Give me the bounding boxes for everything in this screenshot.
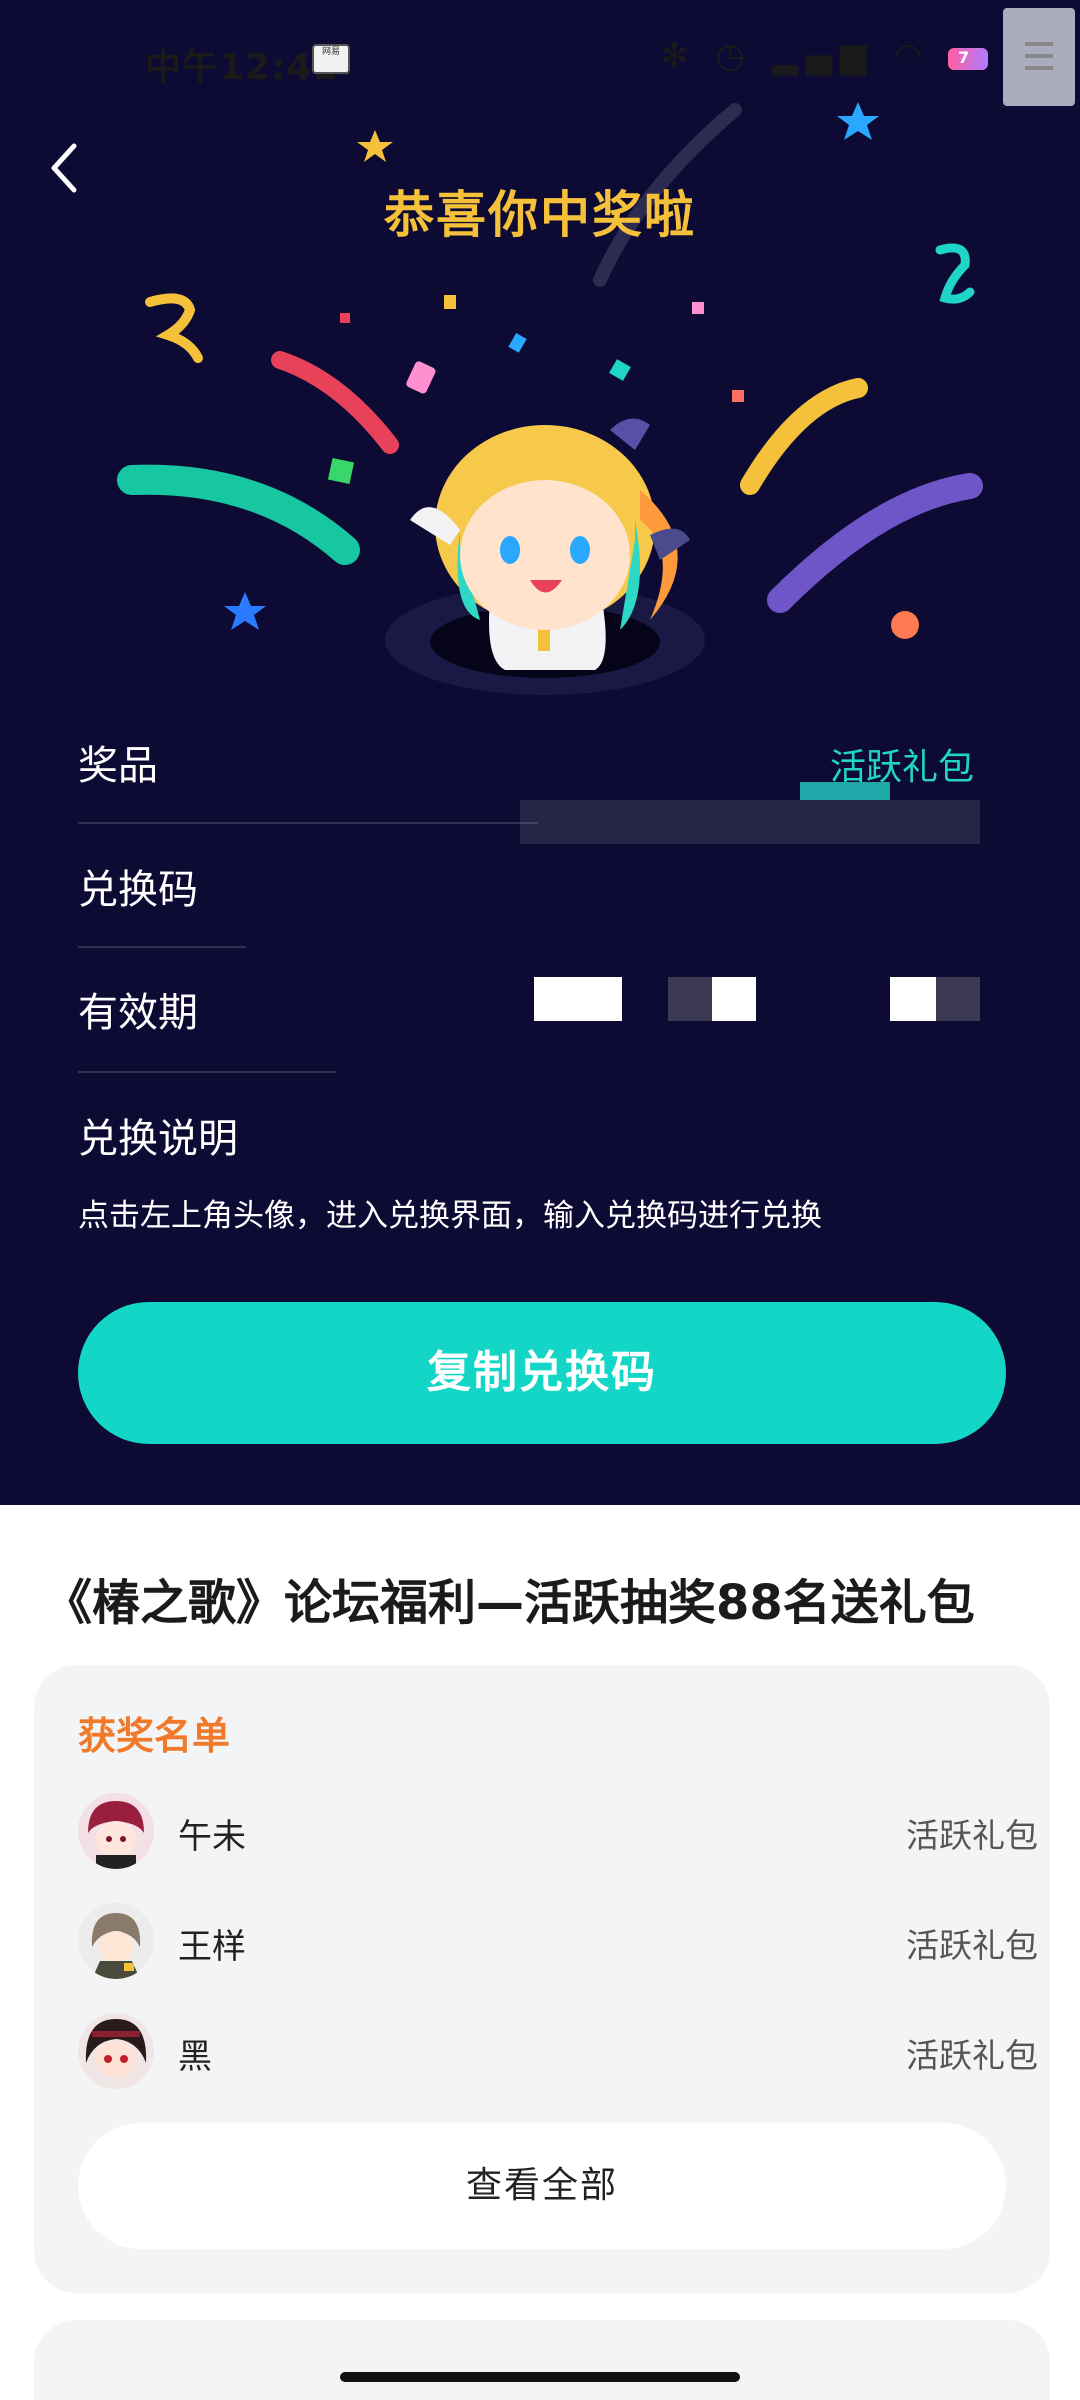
instructions-label: 兑换说明 xyxy=(78,1116,238,1162)
wifi-icon: ◠ xyxy=(893,36,931,76)
copy-code-button[interactable]: 复制兑换码 xyxy=(78,1302,1006,1444)
instructions-text: 点击左上角头像，进入兑换界面，输入兑换码进行兑换 xyxy=(78,1198,822,1234)
prize-label: 奖品 xyxy=(78,743,158,789)
code-label: 兑换码 xyxy=(78,867,198,913)
redaction-block xyxy=(712,977,756,1021)
winner-prize: 活跃礼包 xyxy=(906,2036,1038,2075)
redaction-block xyxy=(936,977,980,1021)
avatar[interactable] xyxy=(78,1903,154,1979)
redaction-block xyxy=(800,782,890,800)
page-title: 恭喜你中奖啦 xyxy=(384,186,696,244)
event-title: 《椿之歌》论坛福利—活跃抽奖88名送礼包 xyxy=(44,1575,975,1631)
status-icons: ✻ ◷ ▂▄▆ ◠ xyxy=(660,36,931,76)
winner-name: 午未 xyxy=(178,1817,246,1857)
winner-prize: 活跃礼包 xyxy=(906,1816,1038,1855)
home-indicator[interactable] xyxy=(340,2372,740,2382)
divider xyxy=(78,946,246,948)
status-time: 中午12:41 xyxy=(145,47,339,88)
avatar[interactable] xyxy=(78,1793,154,1869)
app-notification-icon: 网易 xyxy=(312,44,350,74)
prize-panel: 中午12:41 网易 ✻ ◷ ▂▄▆ ◠ 7 恭喜你中奖啦 奖品 活跃礼包 兑换… xyxy=(0,0,1080,1505)
next-card xyxy=(34,2320,1050,2400)
redaction-block xyxy=(890,977,936,1021)
winner-name: 黑 xyxy=(178,2037,212,2077)
winner-prize: 活跃礼包 xyxy=(906,1926,1038,1965)
battery-level: 7 xyxy=(958,48,970,67)
winner-row[interactable]: 王样 活跃礼包 xyxy=(78,1903,1038,1983)
alarm-icon: ◷ xyxy=(715,36,753,76)
signal-icon: ▂▄▆ xyxy=(771,36,875,76)
floating-handle-button[interactable] xyxy=(1003,8,1075,106)
winner-row[interactable]: 午未 活跃礼包 xyxy=(78,1793,1038,1873)
validity-label: 有效期 xyxy=(78,990,198,1036)
divider xyxy=(78,822,538,824)
view-all-button[interactable]: 查看全部 xyxy=(78,2123,1006,2249)
winner-name: 王样 xyxy=(178,1927,246,1967)
divider xyxy=(78,1071,336,1073)
redaction-block xyxy=(668,977,712,1021)
winners-heading: 获奖名单 xyxy=(78,1714,231,1758)
redaction-block xyxy=(534,977,622,1021)
mascot-illustration xyxy=(385,418,705,695)
winner-row[interactable]: 黑 活跃礼包 xyxy=(78,2013,1038,2093)
winners-card: 获奖名单 午未 活跃礼包 王样 活跃礼包 黑 活跃礼包 查看全部 xyxy=(34,1665,1050,2293)
redaction-block xyxy=(520,800,980,844)
status-bar: 中午12:41 网易 ✻ ◷ ▂▄▆ ◠ 7 xyxy=(0,0,1080,120)
avatar[interactable] xyxy=(78,2013,154,2089)
nfc-icon: ✻ xyxy=(660,36,697,76)
